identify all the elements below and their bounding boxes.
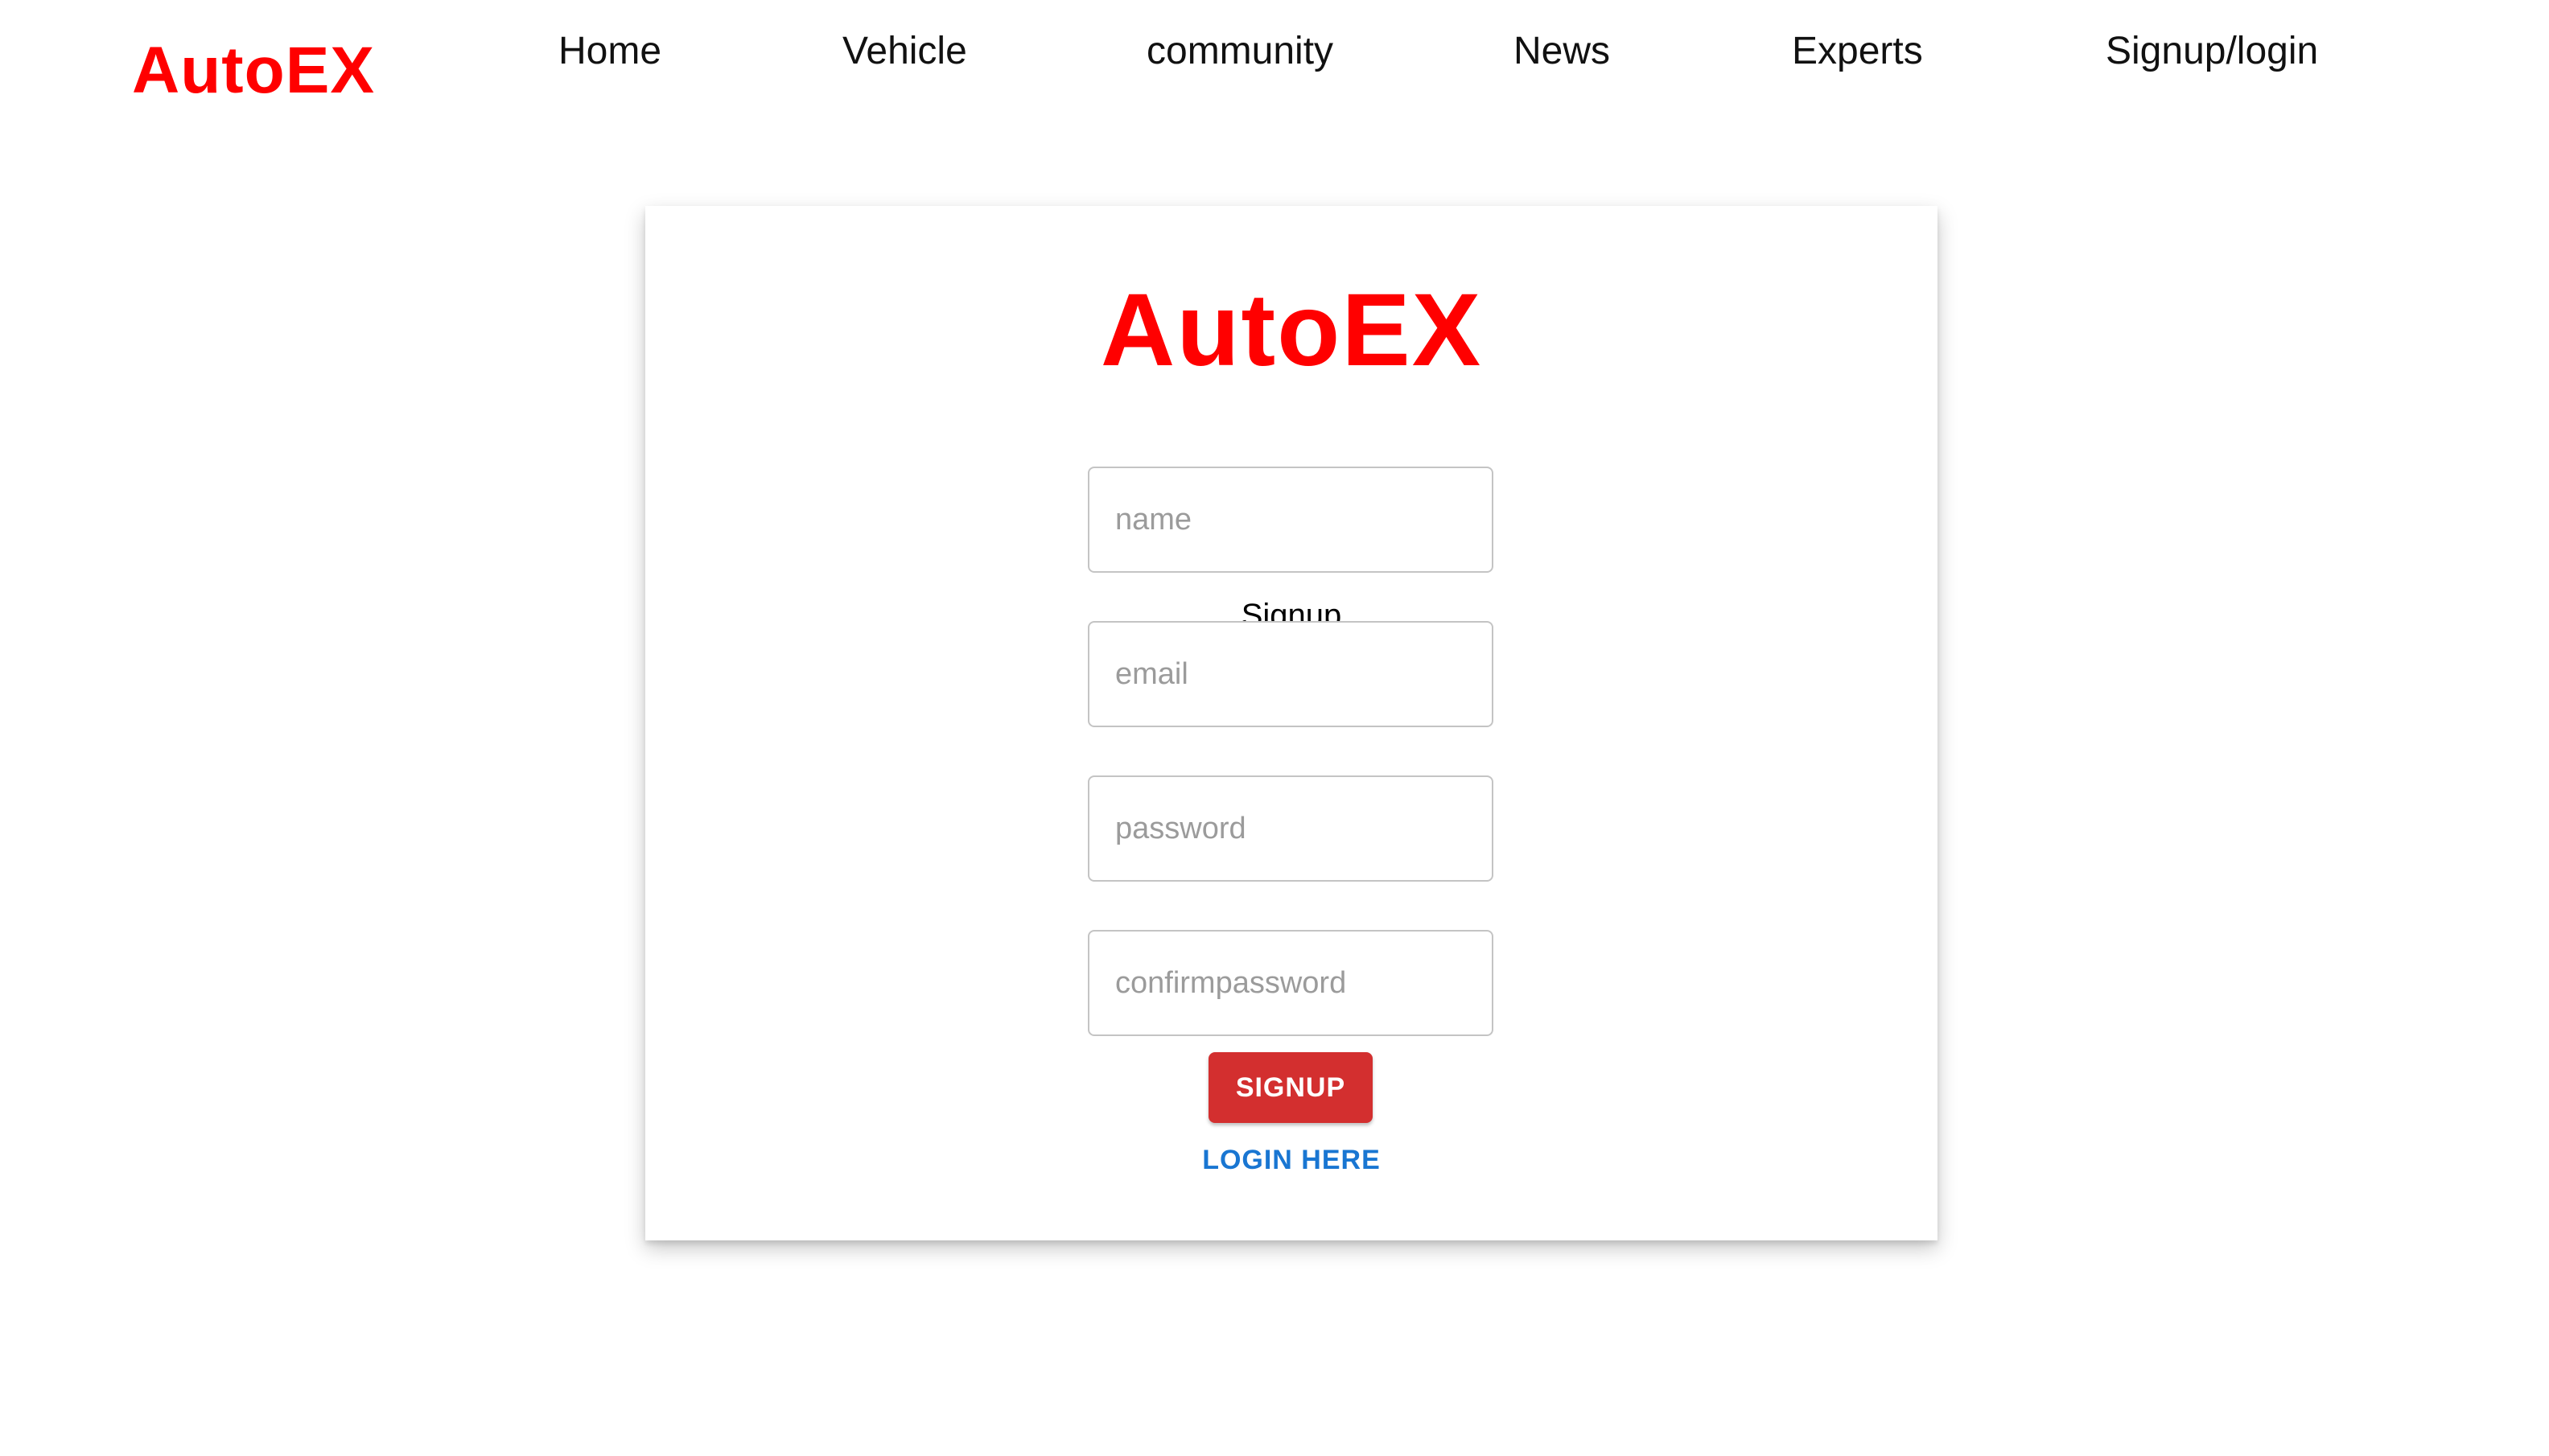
card-brand-logo: AutoEX [1100, 273, 1483, 388]
nav-link-community[interactable]: community [1147, 27, 1333, 76]
signup-card: AutoEX Signup SIGNUP LOGIN HERE [645, 206, 1937, 1240]
nav-link-signup-login[interactable]: Signup/login [2106, 27, 2318, 76]
confirm-password-field[interactable] [1088, 930, 1493, 1036]
nav-link-vehicle[interactable]: Vehicle [842, 27, 967, 76]
signup-button[interactable]: SIGNUP [1209, 1052, 1373, 1123]
top-navbar: AutoEX Home Vehicle community News Exper… [0, 0, 2549, 137]
nav-link-experts[interactable]: Experts [1792, 27, 1923, 76]
email-field[interactable] [1088, 621, 1493, 727]
name-field[interactable] [1088, 467, 1493, 573]
password-field[interactable] [1088, 775, 1493, 882]
nav-link-home[interactable]: Home [558, 27, 661, 76]
nav-link-news[interactable]: News [1513, 27, 1610, 76]
login-here-link[interactable]: LOGIN HERE [645, 1142, 1937, 1178]
brand-logo[interactable]: AutoEX [132, 31, 375, 111]
